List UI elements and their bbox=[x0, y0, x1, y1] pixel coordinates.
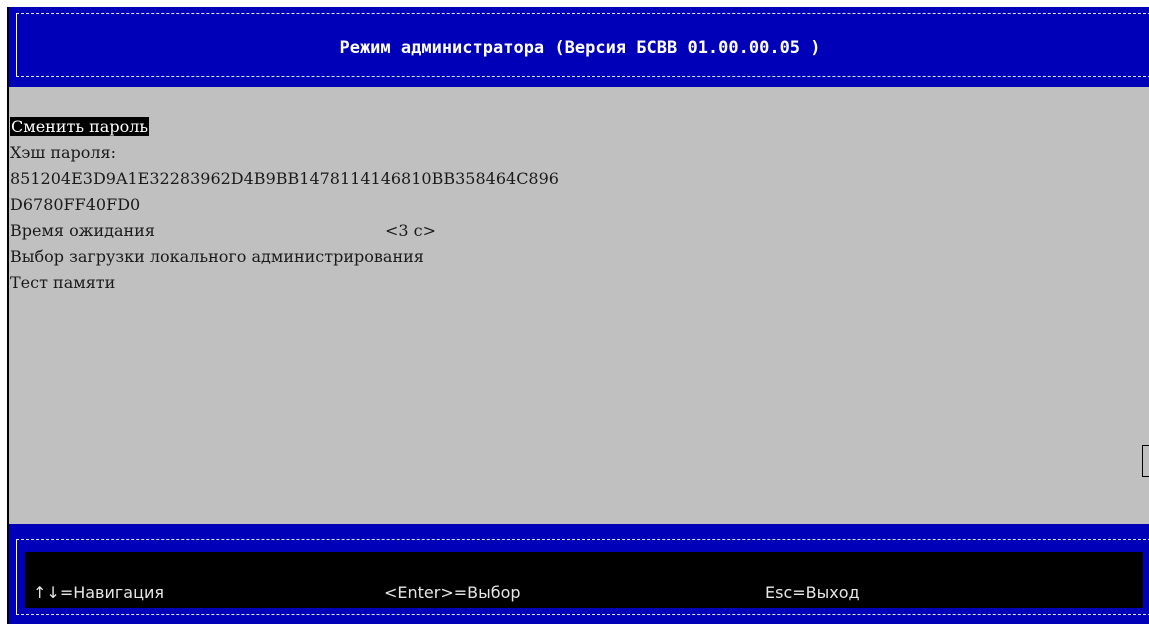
menu-item-memory-test[interactable]: Тест памяти bbox=[10, 270, 559, 296]
hint-navigation: ↑↓=Навигация bbox=[33, 583, 165, 602]
timeout-label: Время ожидания bbox=[10, 221, 155, 240]
timeout-value[interactable]: <3 с> bbox=[385, 218, 436, 244]
menu-item-label-selected: Сменить пароль bbox=[10, 117, 150, 136]
password-hash-value-line1: 851204E3D9A1E32283962D4B9BB1478114146810… bbox=[10, 169, 559, 188]
hint-exit: Esc=Выход bbox=[765, 583, 860, 602]
hint-bar bbox=[25, 552, 1143, 608]
page-title: Режим администратора (Версия БСВВ 01.00.… bbox=[339, 38, 821, 58]
password-hash-label: Хэш пароля: bbox=[10, 143, 117, 162]
footer-band: ↑↓=Навигация <Enter>=Выбор Esc=Выход bbox=[9, 524, 1149, 624]
password-hash-value-line2: D6780FF40FD0 bbox=[10, 195, 141, 214]
header-band: Режим администратора (Версия БСВВ 01.00.… bbox=[9, 7, 1149, 87]
hint-select: <Enter>=Выбор bbox=[384, 583, 521, 602]
menu-item-change-password[interactable]: Сменить пароль bbox=[10, 114, 559, 140]
menu-item-timeout[interactable]: Время ожидания <3 с> bbox=[10, 218, 559, 244]
admin-menu: Сменить пароль Хэш пароля: 851204E3D9A1E… bbox=[10, 114, 559, 296]
scroll-indicator bbox=[1142, 445, 1149, 477]
bios-admin-screen: Режим администратора (Версия БСВВ 01.00.… bbox=[7, 7, 1149, 624]
menu-item-local-admin-boot[interactable]: Выбор загрузки локального администрирова… bbox=[10, 244, 559, 270]
